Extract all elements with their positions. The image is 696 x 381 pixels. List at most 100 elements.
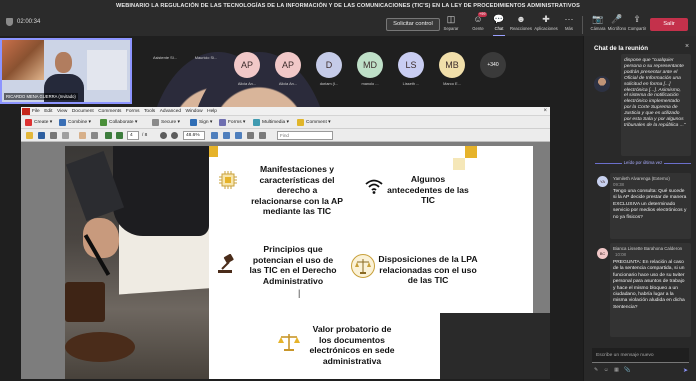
combine-label: Combine ▾ — [68, 120, 91, 125]
participant-tile[interactable]: D doriam (I... — [310, 52, 348, 86]
menu-comments[interactable]: Comments — [98, 109, 121, 114]
forms-button[interactable]: Forms ▾ — [219, 118, 245, 127]
share-label: Compartir — [627, 26, 647, 31]
next-page-button[interactable] — [116, 131, 123, 140]
slide-photo-shirt — [113, 146, 209, 236]
rotate-button[interactable] — [247, 131, 254, 140]
share-icon: ⇪ — [633, 14, 641, 24]
zoom-out-button[interactable] — [160, 131, 167, 140]
slide-item-antecedentes: Algunos antecedentes de las TIC — [387, 174, 469, 206]
read-mode-button[interactable] — [235, 131, 242, 140]
leave-label: Salir — [663, 21, 675, 27]
participant-avatar: AP — [275, 52, 301, 78]
page-total: / 8 — [142, 133, 148, 138]
wifi-icon — [365, 179, 383, 194]
fit-page-icon — [211, 132, 218, 139]
select-tool-button[interactable] — [91, 131, 98, 140]
participant-tile[interactable]: Asistente SI... — [146, 52, 290, 285]
participant-tile[interactable]: Mauricio Si... — [187, 52, 331, 285]
close-icon[interactable]: × — [543, 108, 547, 114]
menu-file[interactable]: File — [32, 109, 40, 114]
message-author-name: Yamileth Alvarenga (Externo) — [613, 176, 670, 181]
background-shelf — [87, 50, 127, 90]
hand-tool-button[interactable] — [79, 131, 86, 140]
multimedia-button[interactable]: Multimedia ▾ — [253, 118, 289, 127]
leave-button[interactable]: Salir — [650, 18, 688, 31]
participant-tile[interactable]: MB Marco E... — [433, 52, 471, 86]
fit-width-icon — [223, 132, 230, 139]
prev-page-button[interactable] — [105, 131, 112, 140]
participant-tile[interactable]: MD manolo ... — [351, 52, 389, 86]
hand-icon — [79, 132, 86, 139]
open-button[interactable] — [26, 131, 33, 140]
cursor-icon — [91, 132, 98, 139]
find-input[interactable]: Find — [277, 131, 333, 140]
compose-tools[interactable]: ✎ ☺ ▦ 📎 — [594, 367, 632, 373]
comment-icon — [297, 119, 304, 126]
zoom-select[interactable]: 48.6% — [183, 131, 205, 140]
participant-avatar: MD — [357, 52, 383, 78]
print-button[interactable] — [50, 131, 57, 140]
avatar — [594, 76, 610, 92]
collaborate-label: Collaborate ▾ — [109, 120, 138, 125]
message-author: Bianca Lissette Barahona Calderon 10:08 — [613, 246, 689, 258]
chat-message-input[interactable]: Escribe un mensaje nuevo — [592, 348, 689, 363]
forms-icon — [219, 119, 226, 126]
pdf-task-toolbar: Create ▾ Combine ▾ Collaborate ▾ Secure … — [21, 116, 550, 129]
separate-button[interactable]: ◫ Separar — [436, 14, 466, 31]
send-icon[interactable]: ➤ — [683, 367, 688, 374]
participant-name: Marco E... — [443, 81, 461, 86]
typewriter-icon — [259, 132, 266, 139]
menu-tools[interactable]: Tools — [144, 109, 155, 114]
presenter-video[interactable]: RICARDO MENA GUERRA (Invitado) — [0, 38, 132, 104]
participant-tile[interactable]: AP Alicia An... — [269, 52, 307, 86]
more-participants-tile[interactable]: +340 — [474, 52, 512, 78]
forms-label: Forms ▾ — [228, 120, 246, 125]
zoom-in-button[interactable] — [171, 131, 178, 140]
share-button[interactable]: ⇪ Compartir — [622, 14, 652, 31]
sign-button[interactable]: Sign ▾ — [190, 118, 212, 127]
fit-width-button[interactable] — [223, 131, 230, 140]
slide-photo-gavel — [65, 282, 105, 322]
page-number-input[interactable]: 4 — [127, 131, 139, 140]
create-button[interactable]: Create ▾ — [25, 118, 52, 127]
meeting-timer-group: 02:00:34 — [6, 18, 40, 26]
secure-button[interactable]: Secure ▾ — [152, 118, 180, 127]
menu-window[interactable]: Window — [186, 109, 203, 114]
participant-name: Mauricio Si... — [194, 55, 218, 60]
menu-document[interactable]: Document — [72, 109, 94, 114]
save-button[interactable] — [38, 131, 45, 140]
presenter-name: RICARDO MENA GUERRA (Invitado) — [4, 93, 78, 100]
collaborate-button[interactable]: Collaborate ▾ — [100, 118, 137, 127]
mouse-cursor: | — [298, 288, 301, 298]
arrow-down-icon — [116, 132, 123, 139]
combine-button[interactable]: Combine ▾ — [59, 118, 91, 127]
participant-tile[interactable]: LS Lisseth ... — [392, 52, 430, 86]
background-painting — [2, 40, 44, 80]
menu-advanced[interactable]: Advanced — [160, 109, 181, 114]
slide-item-valor-probatorio: Valor probatorio de los documentos elect… — [309, 324, 395, 366]
participant-tile[interactable]: AP Alicia An... — [228, 52, 266, 86]
menu-forms[interactable]: Forms — [126, 109, 140, 114]
slide-item-manifestaciones: Manifestaciones y características del de… — [251, 164, 343, 217]
participant-name: Asistente SI... — [152, 55, 177, 60]
email-button[interactable] — [62, 131, 69, 140]
more-button[interactable]: ··· Más — [554, 14, 584, 31]
comment-button[interactable]: Comment ▾ — [297, 118, 331, 127]
request-control-button[interactable]: Solicitar control — [386, 18, 440, 31]
chip-icon — [219, 171, 237, 189]
participant-name: manolo ... — [361, 81, 379, 86]
menu-help[interactable]: Help — [207, 109, 217, 114]
slide-photo-gavel-pen — [65, 146, 209, 379]
comment-label: Comment ▾ — [306, 120, 331, 125]
close-chat-icon[interactable]: × — [685, 43, 689, 50]
menu-view[interactable]: View — [57, 109, 67, 114]
typewriter-button[interactable] — [259, 131, 266, 140]
message-text: Tengo una consulta: Qué sucede si la AP … — [613, 189, 687, 220]
menu-edit[interactable]: Edit — [44, 109, 52, 114]
separate-icon: ◫ — [446, 14, 456, 24]
combine-icon — [59, 119, 66, 126]
shared-screen: File Edit View Document Comments Forms T… — [21, 107, 550, 379]
fit-page-button[interactable] — [211, 131, 218, 140]
more-icon: ··· — [564, 14, 574, 24]
